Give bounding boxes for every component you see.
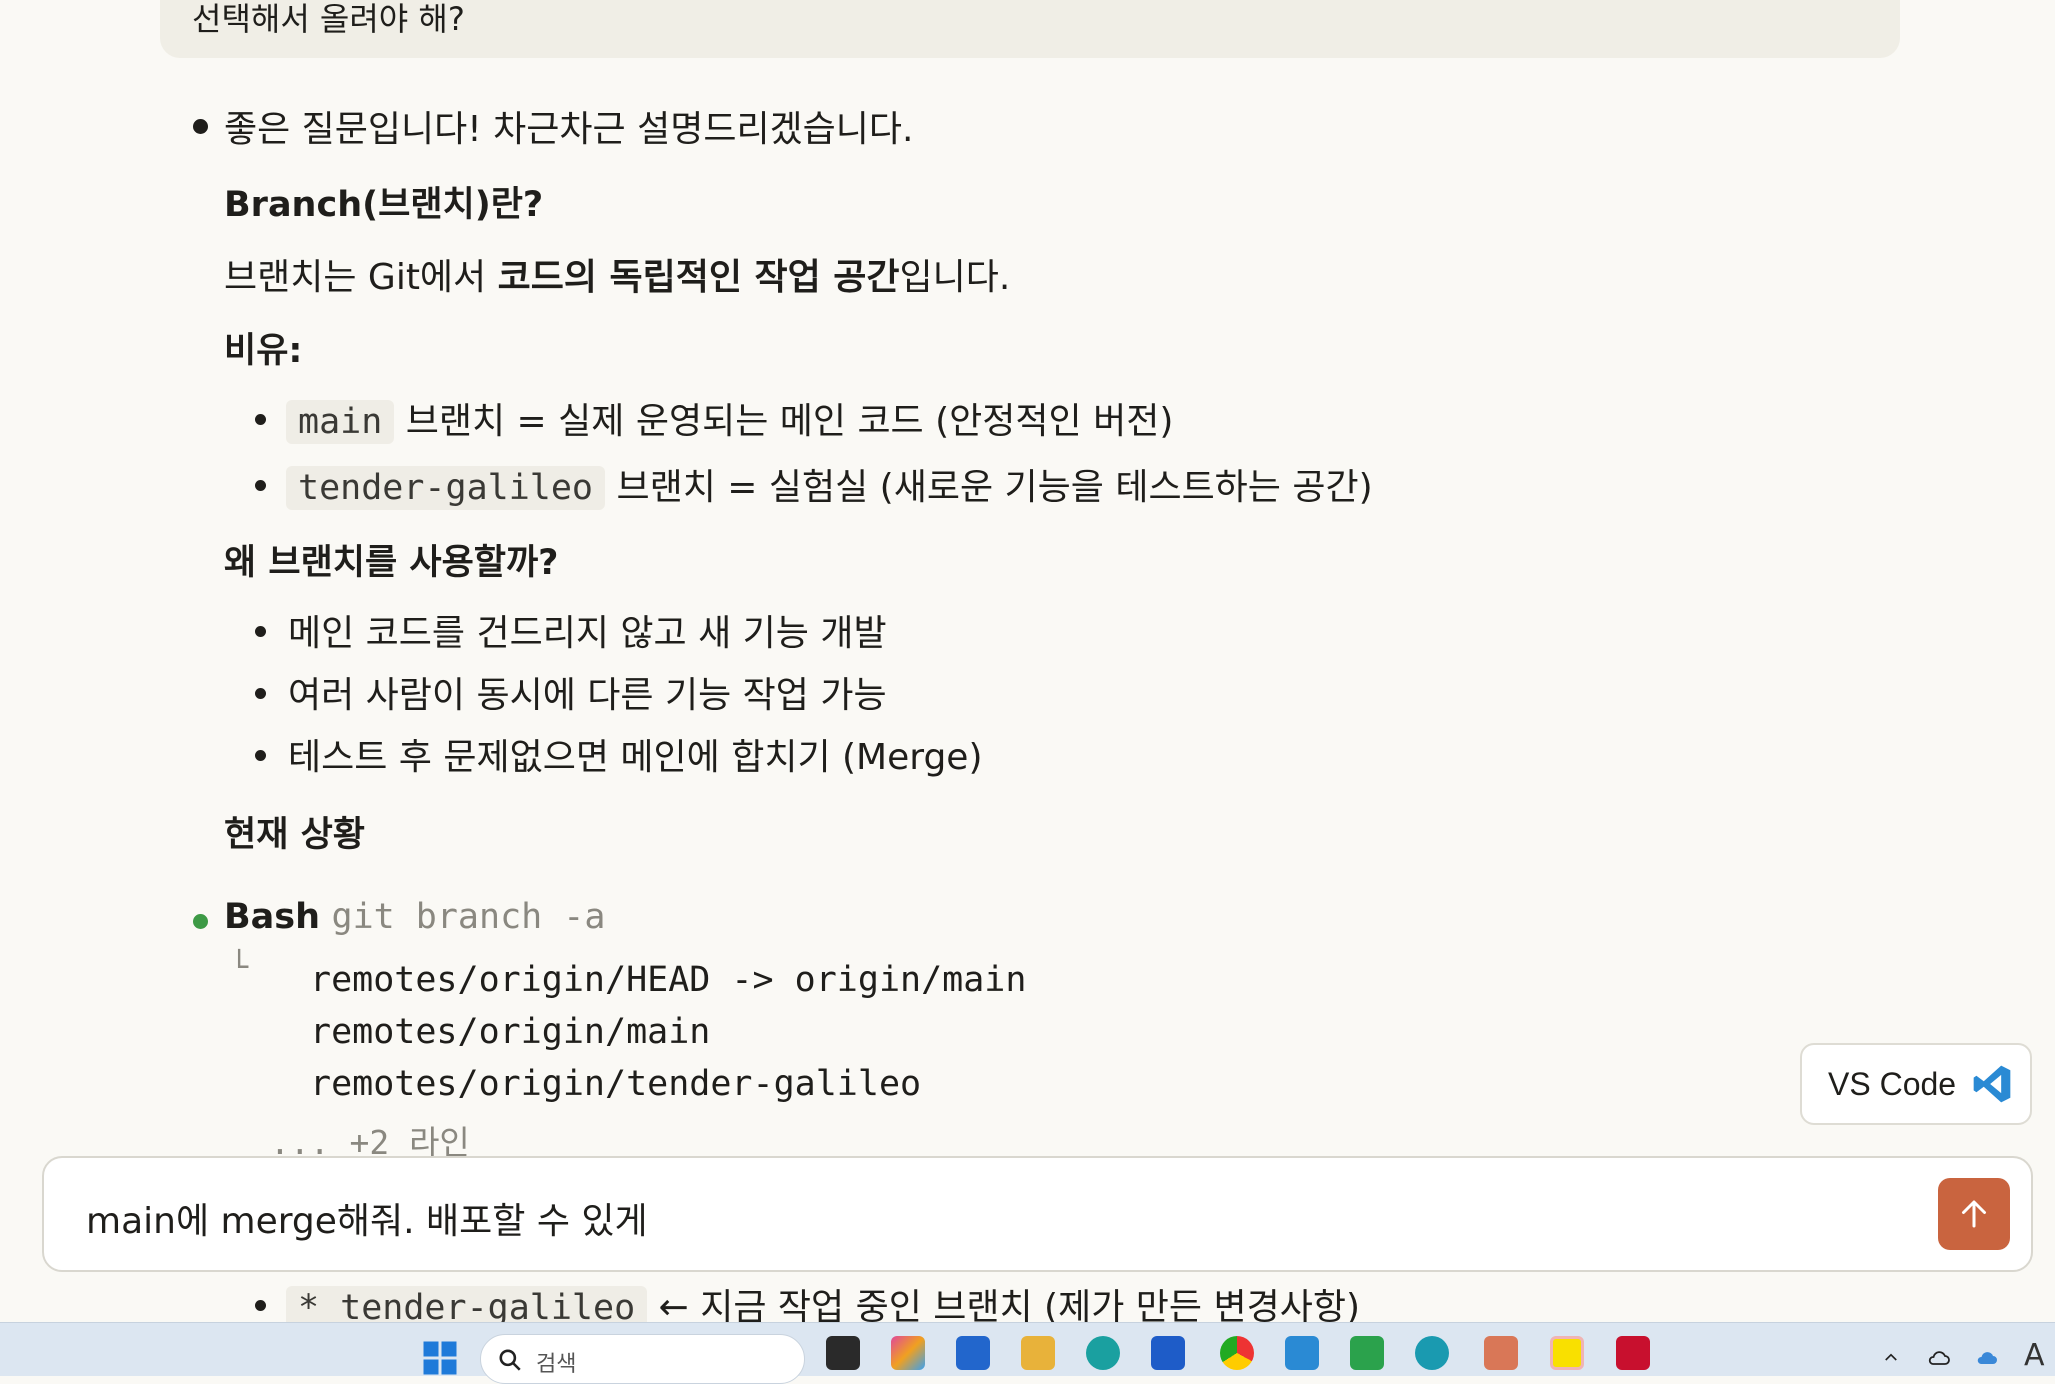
heading-branch: Branch(브랜치)란? xyxy=(224,185,544,225)
chat-input[interactable]: main에 merge해줘. 배포할 수 있게 xyxy=(86,1192,648,1244)
branch-definition: 브랜치는 Git에서 코드의 독립적인 작업 공간입니다. xyxy=(224,248,1010,300)
app-icon[interactable] xyxy=(1415,1336,1449,1370)
taskbar-search[interactable]: 검색 xyxy=(480,1334,805,1384)
copilot-icon[interactable] xyxy=(891,1336,925,1370)
search-icon xyxy=(499,1349,521,1371)
input-language[interactable]: A xyxy=(2024,1338,2045,1373)
weather-icon[interactable] xyxy=(1972,1346,2002,1370)
kakaotalk-icon[interactable] xyxy=(1550,1336,1584,1370)
why-item: 여러 사람이 동시에 다른 기능 작업 가능 xyxy=(288,675,887,716)
why-item: 테스트 후 문제없으면 메인에 합치기 (Merge) xyxy=(288,737,983,778)
reply-intro: 좋은 질문입니다! 차근차근 설명드리겠습니다. xyxy=(224,109,914,150)
file-explorer-icon[interactable] xyxy=(1021,1336,1055,1370)
bash-output-line: remotes/origin/main xyxy=(310,1012,711,1052)
analogy-item-main: main 브랜치 = 실제 운영되는 메인 코드 (안정적인 버전) xyxy=(286,392,1173,444)
bullet xyxy=(255,1300,266,1311)
bullet xyxy=(255,626,266,637)
bullet xyxy=(255,750,266,761)
chevron-up-icon[interactable] xyxy=(1880,1348,1902,1366)
outlook-icon[interactable] xyxy=(956,1336,990,1370)
edge-icon[interactable] xyxy=(1086,1336,1120,1370)
analogy-text-main: 브랜치 = 실제 운영되는 메인 코드 (안정적인 버전) xyxy=(394,401,1174,442)
code-main: main xyxy=(286,400,395,444)
app-icon[interactable] xyxy=(1616,1336,1650,1370)
send-button[interactable] xyxy=(1938,1178,2010,1250)
analogy-item-tender: tender-galileo 브랜치 = 실험실 (새로운 기능을 테스트하는 … xyxy=(286,458,1373,510)
code-tender-galileo: tender-galileo xyxy=(286,466,606,510)
store-icon[interactable] xyxy=(1151,1336,1185,1370)
bash-command: git branch -a xyxy=(331,897,606,937)
heading-analogy: 비유: xyxy=(224,331,303,371)
bash-status-dot xyxy=(193,914,208,929)
bash-output-line: remotes/origin/tender-galileo xyxy=(310,1064,922,1104)
chat-input-box[interactable]: main에 merge해줘. 배포할 수 있게 xyxy=(42,1156,2033,1272)
vscode-icon xyxy=(1973,1065,2011,1103)
definition-bold: 코드의 독립적인 작업 공간 xyxy=(497,257,900,298)
meet-icon[interactable] xyxy=(1350,1336,1384,1370)
heading-status: 현재 상황 xyxy=(224,815,365,855)
bullet xyxy=(255,480,266,491)
arrow-up-icon xyxy=(1962,1200,1986,1228)
task-view-icon[interactable] xyxy=(826,1336,860,1370)
bullet xyxy=(255,414,266,425)
previous-message-text: 선택해서 올려야 해? xyxy=(192,0,465,38)
bash-header[interactable]: Bash git branch -a xyxy=(224,896,605,937)
bash-label: Bash xyxy=(224,897,321,937)
cloud-icon[interactable] xyxy=(1924,1346,1954,1370)
search-placeholder: 검색 xyxy=(536,1352,577,1377)
tree-connector: └ xyxy=(230,950,249,985)
bullet xyxy=(255,688,266,699)
why-item: 메인 코드를 건드리지 않고 새 기능 개발 xyxy=(288,613,887,654)
definition-pre: 브랜치는 Git에서 xyxy=(224,257,498,298)
definition-post: 입니다. xyxy=(899,257,1011,298)
heading-why: 왜 브랜치를 사용할까? xyxy=(224,543,559,583)
bash-output-line: remotes/origin/HEAD -> origin/main xyxy=(310,960,1027,1000)
chrome-icon[interactable] xyxy=(1220,1336,1254,1370)
claude-icon[interactable] xyxy=(1484,1336,1518,1370)
open-vscode-button[interactable]: VS Code xyxy=(1800,1043,2032,1125)
analogy-text-tender: 브랜치 = 실험실 (새로운 기능을 테스트하는 공간) xyxy=(605,467,1373,508)
vscode-button-label: VS Code xyxy=(1828,1065,1957,1102)
vscode-taskbar-icon[interactable] xyxy=(1285,1336,1319,1370)
windows-start-icon[interactable] xyxy=(422,1340,458,1376)
reply-dot xyxy=(193,119,208,134)
